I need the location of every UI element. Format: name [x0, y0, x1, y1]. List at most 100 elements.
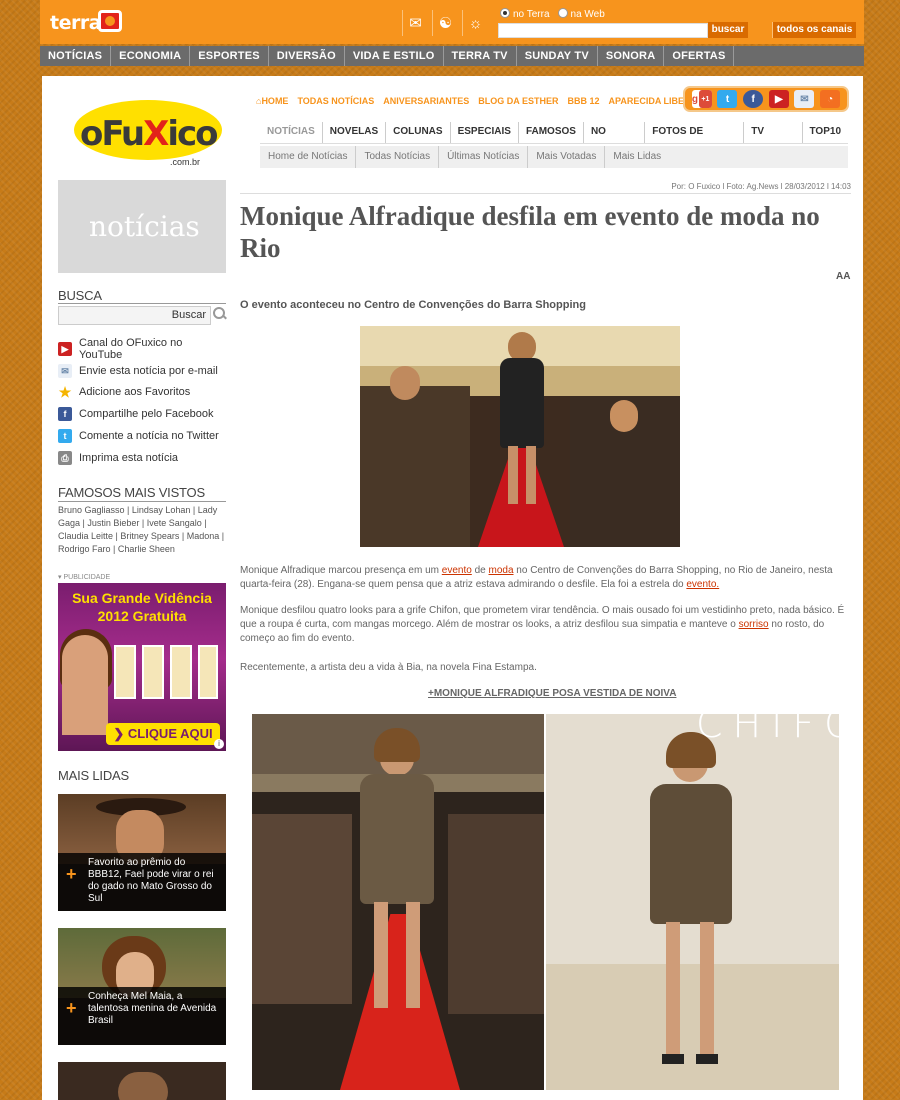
mail-icon[interactable]: ✉ [402, 10, 428, 36]
weather-icon[interactable]: ☼ [462, 10, 488, 36]
section-nav-item[interactable]: NOVELAS [323, 122, 387, 143]
top-link[interactable]: TODAS NOTÍCIAS [297, 96, 374, 106]
busca-rule [58, 303, 226, 304]
article-subtitle: O evento aconteceu no Centro de Convençõ… [240, 299, 586, 311]
tarot-card-image [198, 645, 218, 699]
mais-lidas-item[interactable]: Favorito ao prêmio do BBB12, Fael pode v… [58, 794, 226, 911]
tool-email[interactable]: ✉ Envie esta notícia por e-mail [58, 360, 228, 382]
article-paragraph: Recentemente, a artista deu a vida à Bia… [240, 662, 537, 673]
main-nav-item[interactable]: SONORA [598, 46, 665, 66]
terra-logo[interactable]: terra [50, 12, 102, 34]
busca-heading: BUSCA [58, 288, 102, 303]
section-nav: NOTÍCIAS NOVELAS COLUNAS ESPECIAIS FAMOS… [260, 122, 849, 157]
gamepad-icon[interactable]: ☯ [432, 10, 458, 36]
terra-search-button[interactable]: buscar [708, 22, 748, 38]
ad-cta-button[interactable]: ❯ CLIQUE AQUI [106, 723, 220, 745]
mais-lidas-item[interactable] [58, 1062, 226, 1100]
font-size-control[interactable]: AA [836, 271, 850, 282]
section-nav-item[interactable]: ESPECIAIS [451, 122, 519, 143]
news-subnav-item[interactable]: Mais Lidas [605, 146, 669, 168]
social-share-bar: g +1 t f ▶ ✉ ◔ [683, 86, 849, 112]
news-subnav-item[interactable]: Home de Notícias [260, 146, 357, 168]
radio-na-web[interactable]: na Web [557, 8, 605, 20]
twitter-bird-icon[interactable]: t [717, 90, 738, 108]
top-link[interactable]: ANIVERSARIANTES [383, 96, 469, 106]
facebook-icon[interactable]: f [743, 90, 764, 108]
tool-facebook[interactable]: f Compartilhe pelo Facebook [58, 403, 228, 425]
tarot-card-image [114, 645, 136, 699]
article-paragraph: Monique desfilou quatro looks para a gri… [240, 605, 845, 644]
ad-title: Sua Grande Vidência 2012 Gratuita [72, 590, 212, 624]
email-icon[interactable]: ✉ [794, 90, 815, 108]
logo-word: oFuXico [80, 114, 219, 154]
main-nav-item[interactable]: ECONOMIA [111, 46, 191, 66]
main-nav-item[interactable]: NOTÍCIAS [40, 46, 112, 66]
main-nav-item[interactable]: ESPORTES [190, 46, 269, 66]
ad-woman-image [62, 635, 108, 735]
main-nav-item[interactable]: OFERTAS [664, 46, 735, 66]
mais-lidas-caption: Conheça Mel Maia, a talentosa menina de … [58, 987, 226, 1045]
tool-twitter[interactable]: t Comente a notícia no Twitter [58, 425, 228, 447]
article-title: Monique Alfradique desfila em evento de … [240, 201, 820, 263]
news-subnav-item[interactable]: Todas Notícias [356, 146, 440, 168]
main-nav-item[interactable]: DIVERSÃO [269, 46, 345, 66]
main-nav-item[interactable]: VIDA E ESTILO [345, 46, 444, 66]
byline-divider [240, 193, 851, 194]
mais-lidas-caption: Favorito ao prêmio do BBB12, Fael pode v… [58, 853, 226, 911]
section-nav-item-active[interactable]: NOTÍCIAS [260, 122, 323, 143]
chifon-wall-sign: CHIFON [696, 714, 839, 746]
ad-info-icon[interactable]: i [214, 739, 224, 749]
radio-no-terra[interactable]: no Terra [500, 8, 550, 20]
inline-link[interactable]: moda [489, 565, 514, 576]
top-link[interactable]: BBB 12 [567, 96, 599, 106]
article-photo-catwalk[interactable] [252, 714, 544, 1090]
rss-icon[interactable]: ◔ [820, 90, 841, 108]
terra-search-input[interactable] [498, 23, 708, 38]
tool-print[interactable]: ⎙ Imprima esta notícia [58, 447, 228, 469]
article-paragraph: Monique Alfradique marcou presença em um… [240, 565, 833, 590]
related-article-link[interactable]: +MONIQUE ALFRADIQUE POSA VESTIDA DE NOIV… [428, 688, 676, 699]
terra-logo-mark-icon[interactable] [98, 10, 122, 32]
article-tools-list: ▶ Canal do OFuxico no YouTube ✉ Envie esta… [58, 337, 228, 469]
main-nav-item[interactable]: TERRA TV [444, 46, 517, 66]
ofuxico-logo[interactable]: oFuXico .com.br [74, 94, 224, 174]
inline-link[interactable]: evento [442, 565, 472, 576]
section-nav-item[interactable]: FAMOSOS [519, 122, 584, 143]
printer-icon: ⎙ [58, 450, 72, 465]
section-nav-item[interactable]: FOTOS DE FAMOSOS [645, 122, 745, 157]
google-plus-icon[interactable]: g +1 [691, 90, 712, 108]
tool-favorites[interactable]: ★ Adicione aos Favoritos [58, 382, 228, 404]
top-link[interactable]: BLOG DA ESTHER [478, 96, 558, 106]
search-icon[interactable] [213, 307, 227, 321]
section-nav-item[interactable]: NO CINEMA [584, 122, 646, 157]
sidebar-search-input[interactable]: Buscar [58, 306, 211, 325]
twitter-icon: t [58, 429, 72, 444]
article-photo-portrait[interactable]: CHIFON [546, 714, 839, 1090]
section-nav-item[interactable]: TOP10 [803, 122, 849, 143]
article-byline: Por: O Fuxico l Foto: Ag.News l 28/03/20… [671, 182, 851, 191]
article-photo-runway[interactable] [360, 326, 680, 547]
section-nav-item[interactable]: TV FUXICO [744, 122, 803, 157]
page-content: oFuXico .com.br ⌂HOME TODAS NOTÍCIAS ANI… [42, 76, 863, 1100]
top-link-home[interactable]: ⌂HOME [256, 96, 288, 106]
facebook-icon: f [58, 407, 72, 422]
mais-lidas-heading: MAIS LIDAS [58, 768, 129, 783]
tool-youtube[interactable]: ▶ Canal do OFuxico no YouTube [58, 337, 228, 361]
main-nav-item[interactable]: SUNDAY TV [517, 46, 598, 66]
mais-lidas-item[interactable]: Conheça Mel Maia, a talentosa menina de … [58, 928, 226, 1045]
inline-link[interactable]: evento. [686, 579, 719, 590]
news-subnav-item[interactable]: Mais Votadas [528, 146, 606, 168]
inline-link[interactable]: sorriso [739, 619, 769, 630]
tarot-card-image [142, 645, 164, 699]
advertisement-banner[interactable]: Sua Grande Vidência 2012 Gratuita ❯ CLIQ… [58, 583, 226, 751]
star-icon: ★ [58, 384, 72, 401]
email-icon: ✉ [58, 363, 72, 378]
section-nav-item[interactable]: COLUNAS [386, 122, 451, 143]
terra-icon-group: ✉ ☯ ☼ [402, 10, 488, 36]
todos-os-canais-button[interactable]: todos os canais [772, 22, 856, 38]
search-scope-radios: no Terra na Web [500, 8, 605, 20]
youtube-icon[interactable]: ▶ [768, 90, 789, 108]
news-subnav-item[interactable]: Últimas Notícias [439, 146, 529, 168]
tarot-card-image [170, 645, 192, 699]
famosos-list[interactable]: Bruno Gagliasso | Lindsay Lohan | Lady G… [58, 504, 228, 556]
